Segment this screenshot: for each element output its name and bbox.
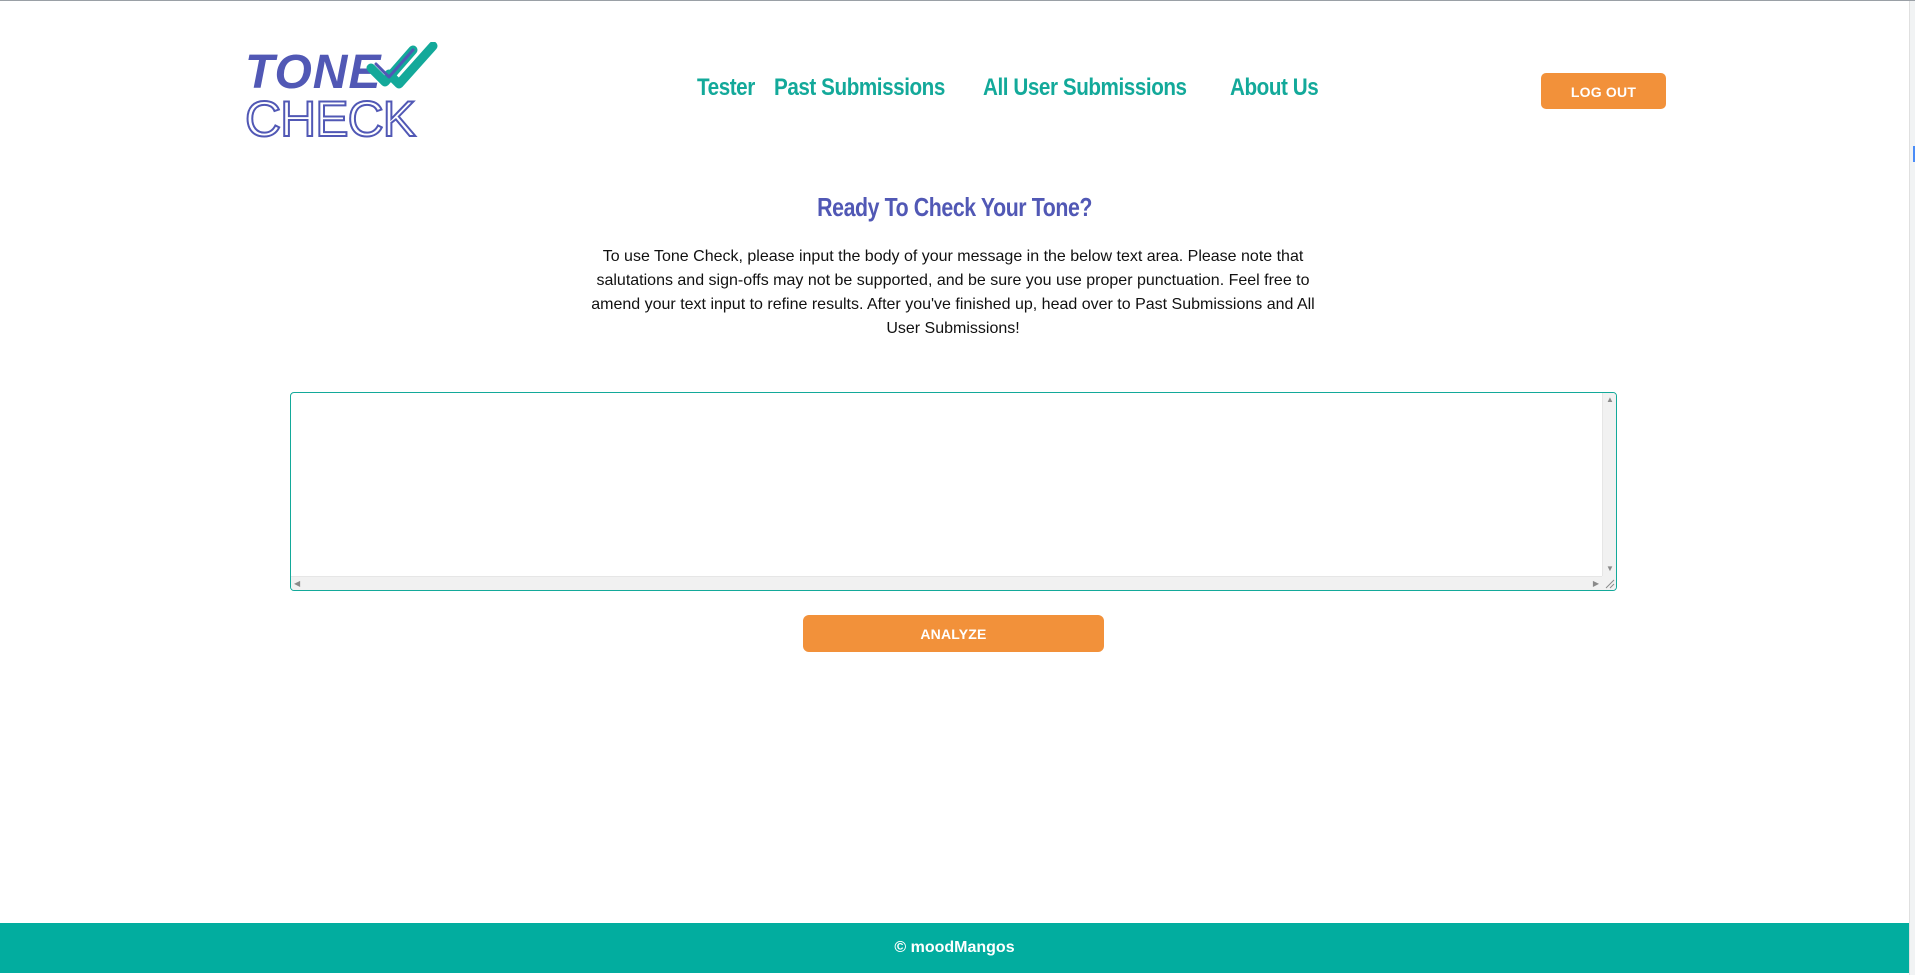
logo-graphic: TONE CHECK: [244, 41, 438, 148]
main-nav: Tester Past Submissions All User Submiss…: [697, 74, 1318, 102]
nav-item-all-user-submissions[interactable]: All User Submissions: [983, 74, 1187, 102]
resize-grip-icon[interactable]: [1602, 576, 1616, 590]
logout-button[interactable]: LOG OUT: [1541, 73, 1666, 109]
page-title: Ready To Check Your Tone?: [0, 192, 1909, 223]
vertical-scrollbar[interactable]: ▲ ▼: [1602, 393, 1616, 576]
analyze-button[interactable]: ANALYZE: [803, 615, 1104, 652]
intro-text: To use Tone Check, please input the body…: [591, 248, 1315, 337]
tone-check-logo[interactable]: TONE CHECK: [243, 41, 443, 148]
horizontal-scrollbar[interactable]: ◀ ▶: [291, 576, 1602, 590]
page-title-text: Ready To Check Your Tone?: [817, 192, 1092, 222]
nav-item-about-us[interactable]: About Us: [1230, 74, 1319, 102]
message-textarea-container: ▲ ▼ ◀ ▶: [290, 392, 1617, 591]
message-textarea[interactable]: [291, 393, 1602, 576]
page: TONE CHECK Tester Past Submissions All U…: [0, 2, 1909, 974]
nav-item-tester[interactable]: Tester: [697, 74, 755, 102]
scroll-left-icon[interactable]: ◀: [294, 580, 300, 588]
footer: © moodMangos: [0, 923, 1909, 973]
scroll-down-icon[interactable]: ▼: [1606, 565, 1614, 573]
footer-copyright: © moodMangos: [894, 939, 1015, 956]
logo-word-check: CHECK: [245, 91, 416, 142]
page-scrollbar[interactable]: [1909, 1, 1915, 975]
scroll-up-icon[interactable]: ▲: [1606, 396, 1614, 404]
browser-frame: TONE CHECK Tester Past Submissions All U…: [0, 0, 1915, 975]
nav-item-past-submissions[interactable]: Past Submissions: [774, 74, 945, 102]
scroll-right-icon[interactable]: ▶: [1593, 580, 1599, 588]
